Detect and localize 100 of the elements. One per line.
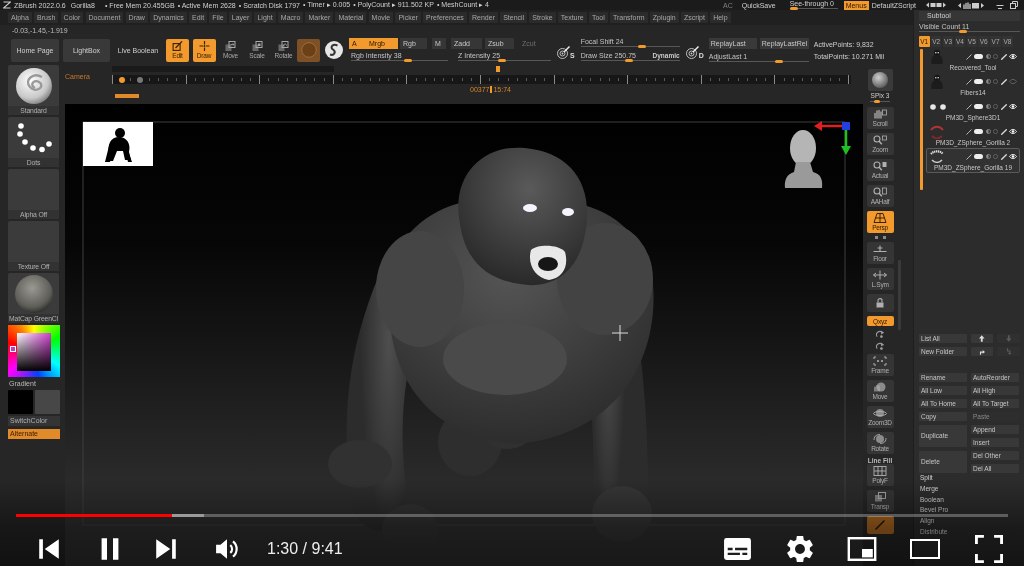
slider-thumb[interactable]	[959, 30, 967, 33]
small-square-icon	[882, 236, 886, 239]
lock-button[interactable]	[866, 294, 894, 312]
hand-icon	[873, 109, 887, 119]
pause-icon	[100, 537, 120, 561]
swirl-circle-icon[interactable]	[325, 41, 343, 59]
pencil-icon	[1000, 53, 1007, 60]
crosshair-icon	[198, 41, 210, 51]
spix-slider[interactable]	[870, 100, 890, 103]
slider-thumb[interactable]	[774, 59, 783, 63]
timeline-handle[interactable]	[115, 94, 139, 98]
teeth-arcs-icon	[930, 150, 944, 163]
gorilla-silhouette-thumbnail	[83, 122, 153, 166]
toggle-pill-icon	[974, 129, 983, 134]
rotation-arrow-icon	[875, 330, 885, 338]
visible-count-slider[interactable]	[919, 30, 1020, 33]
list-scrollbar[interactable]	[920, 49, 923, 190]
rotation-axis-button[interactable]	[875, 330, 885, 338]
brush-tick-icon	[965, 78, 972, 85]
zigzag-logo-icon	[3, 1, 11, 9]
viewport-canvas[interactable]	[65, 104, 863, 566]
spix-button[interactable]	[867, 69, 893, 91]
adjust-last-slider[interactable]	[708, 59, 809, 63]
color-picker[interactable]	[8, 325, 60, 377]
color-swatch[interactable]	[8, 390, 33, 414]
color-swatch[interactable]	[35, 390, 60, 414]
playhead-marker-icon	[496, 66, 500, 72]
slider-thumb[interactable]	[874, 100, 881, 103]
ring-icon	[993, 54, 998, 59]
folder-in-button[interactable]	[970, 347, 994, 356]
head-bust-icon	[784, 130, 823, 188]
panel-layout-icon[interactable]	[926, 2, 946, 8]
perspective-grid-icon	[873, 213, 887, 223]
dots-curve-icon	[15, 122, 52, 153]
subtitles-button[interactable]	[723, 538, 752, 560]
rgb-intensity-slider[interactable]	[351, 59, 448, 62]
focal-shift-slider[interactable]	[580, 45, 680, 48]
creature-figure-icon	[930, 49, 944, 64]
slider-thumb[interactable]	[404, 59, 413, 62]
grid-icon	[873, 466, 887, 476]
pencil-icon	[1000, 153, 1007, 160]
pencil-icon	[1000, 128, 1007, 135]
restore-icon[interactable]	[1010, 1, 1018, 9]
skip-previous-icon	[38, 538, 60, 560]
pause-button[interactable]	[100, 537, 120, 561]
matcap-sphere-icon	[14, 274, 53, 313]
frame-marker-icon	[490, 86, 493, 93]
volume-icon	[215, 537, 239, 561]
volume-button[interactable]	[215, 537, 239, 561]
miniplayer-icon	[847, 537, 877, 561]
fullscreen-icon	[975, 535, 1003, 563]
square-marker-icon	[10, 346, 16, 352]
subtitles-icon	[723, 538, 752, 560]
settings-icon	[787, 536, 813, 562]
timeline-ruler[interactable]	[112, 75, 851, 84]
ring-icon	[993, 79, 998, 84]
creature-figure-icon	[930, 74, 944, 89]
hand-layout-icon[interactable]	[958, 1, 984, 9]
half-moon-icon	[985, 79, 991, 84]
keyframe-icon[interactable]	[119, 76, 125, 83]
see-through-slider[interactable]	[789, 7, 838, 10]
toggle-pill-icon	[974, 104, 983, 109]
slider-thumb[interactable]	[789, 7, 798, 10]
brush-tick-icon	[965, 128, 972, 135]
miniplayer-button[interactable]	[847, 537, 877, 561]
ghost-button[interactable]	[866, 516, 894, 534]
sphere-icon	[872, 72, 888, 88]
squares-curve-icon	[278, 41, 289, 51]
half-moon-icon	[985, 104, 991, 109]
fullscreen-button[interactable]	[975, 535, 1003, 563]
theater-mode-icon[interactable]	[910, 539, 940, 559]
slider-thumb[interactable]	[497, 59, 506, 62]
pencil-icon	[1000, 103, 1007, 110]
material-button[interactable]	[297, 38, 320, 62]
rotation-axis-button[interactable]	[875, 342, 885, 350]
sphere-hand-icon	[873, 382, 887, 392]
brush-tick-icon	[965, 103, 972, 110]
squares-corner-icon	[251, 41, 263, 51]
slider-thumb[interactable]	[625, 59, 634, 62]
move-up-button[interactable]	[970, 334, 994, 343]
playback-time: 1:30 / 9:41	[267, 540, 343, 558]
half-moon-icon	[985, 154, 991, 159]
previous-button[interactable]	[38, 538, 60, 560]
half-moon-icon	[985, 54, 991, 59]
brush-tick-icon	[965, 153, 972, 160]
skip-next-icon	[155, 538, 177, 560]
z-intensity-slider[interactable]	[458, 59, 551, 62]
sphere-arrows-icon	[873, 434, 887, 444]
next-button[interactable]	[155, 538, 177, 560]
settings-button[interactable]	[787, 536, 813, 562]
video-progress-track[interactable]	[16, 514, 1008, 517]
keyframe-icon[interactable]	[137, 76, 143, 83]
toggle-pill-icon	[974, 54, 983, 59]
frame-dots-icon	[873, 356, 887, 366]
draw-size-slider[interactable]	[580, 59, 680, 62]
arrow-up-icon	[978, 335, 985, 342]
pencil-icon	[1000, 78, 1007, 85]
slider-thumb[interactable]	[638, 45, 646, 48]
toggle-pill-icon	[974, 79, 983, 84]
floor-icon	[873, 244, 887, 254]
